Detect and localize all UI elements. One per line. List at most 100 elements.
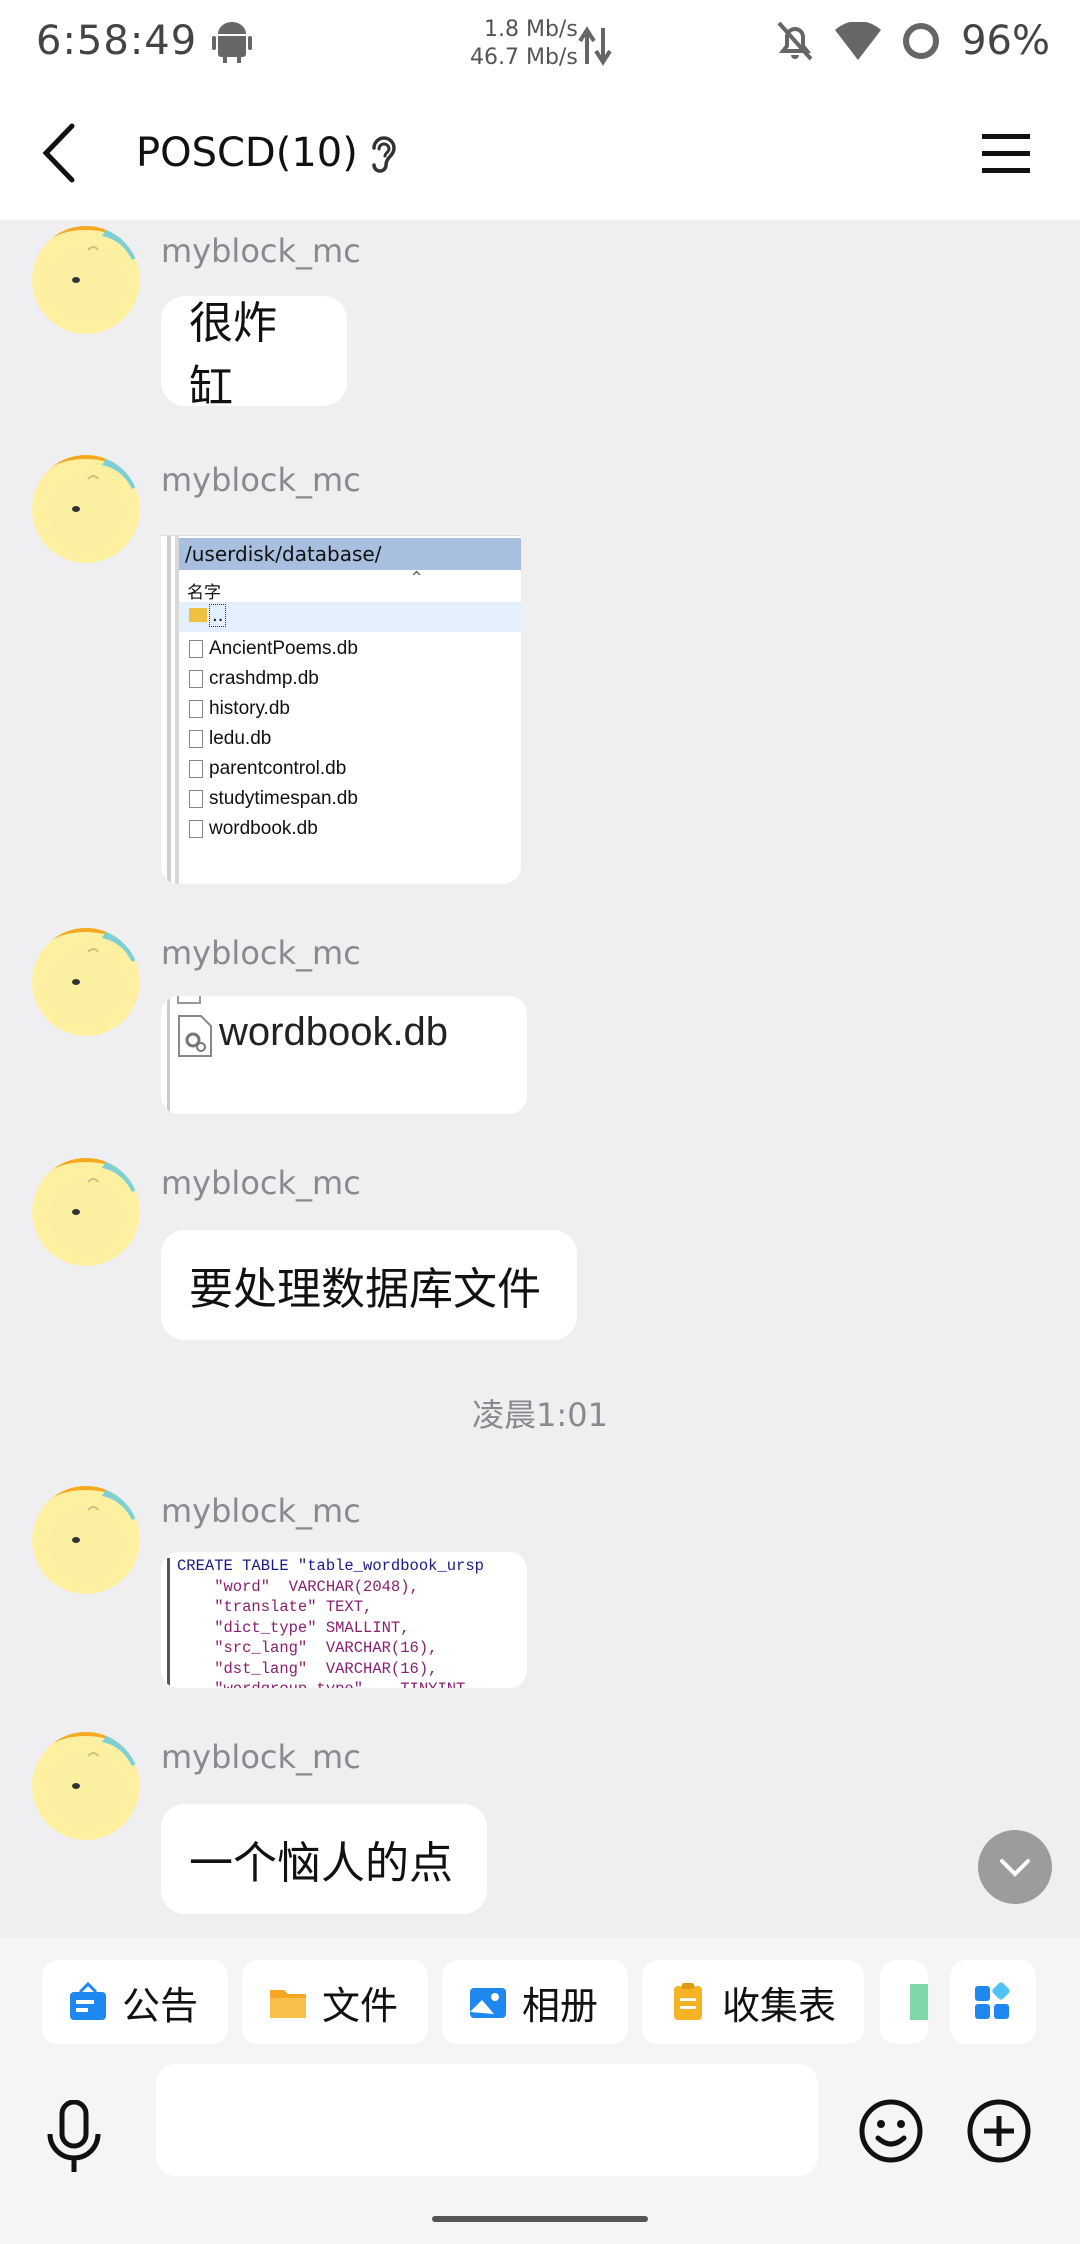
- message-text: 很炸缸: [189, 298, 277, 413]
- net-down-text: 46.7 Mb/s: [470, 45, 578, 70]
- sort-caret-icon: ⌃: [409, 568, 425, 589]
- explorer-file-name: history.db: [209, 698, 290, 719]
- quick-action-label: 收集表: [722, 1983, 837, 2028]
- status-right: 96%: [775, 18, 1050, 64]
- message-username: myblock_mc: [161, 1164, 361, 1202]
- db-file-icon: [189, 760, 203, 778]
- explorer-file-name: studytimespan.db: [209, 788, 358, 809]
- explorer-file-name: parentcontrol.db: [209, 758, 347, 779]
- announcement-icon: [70, 1982, 106, 2020]
- quick-action-form[interactable]: 收集表: [642, 1960, 864, 2044]
- image-message-explorer[interactable]: /userdisk/database/ 名字 ⌃ .. AncientPoems…: [161, 520, 521, 884]
- image-message-wordbook[interactable]: wordbook.db: [161, 996, 527, 1114]
- back-button[interactable]: [36, 120, 86, 186]
- explorer-file-name: crashdmp.db: [209, 668, 319, 689]
- sql-code-line: "wordgroup_type" TINYINT: [177, 1679, 484, 1688]
- explorer-file-row: AncientPoems.db: [185, 634, 515, 664]
- explorer-parent-dir: ..: [209, 604, 227, 627]
- flag-icon: [910, 1984, 928, 2020]
- message-text: 要处理数据库文件: [189, 1264, 541, 1315]
- quick-action-label: 公告: [122, 1983, 199, 2028]
- message-bubble[interactable]: 一个恼人的点: [161, 1804, 487, 1914]
- avatar-chick-icon: [32, 1158, 140, 1266]
- explorer-file-row: history.db: [185, 694, 515, 724]
- avatar[interactable]: [32, 1158, 140, 1266]
- folder-icon: [270, 1990, 306, 2018]
- quick-action-files[interactable]: 文件: [242, 1960, 428, 2044]
- data-transfer-icon: [578, 26, 612, 66]
- db-file-icon: [189, 640, 203, 658]
- avatar[interactable]: [32, 1732, 140, 1840]
- avatar-chick-icon: [32, 1486, 140, 1594]
- emoji-icon[interactable]: [858, 2098, 924, 2164]
- sql-code: CREATE TABLE "table_wordbook_ursp "word"…: [177, 1556, 484, 1688]
- chat-title[interactable]: POSCD(10): [136, 130, 358, 176]
- scroll-to-bottom-button[interactable]: [978, 1830, 1052, 1904]
- sql-code-line: "word" VARCHAR(2048),: [177, 1577, 419, 1596]
- message-bubble[interactable]: 很炸缸: [161, 296, 347, 413]
- quick-action-announcement[interactable]: 公告: [42, 1960, 228, 2044]
- message-bubble[interactable]: 要处理数据库文件: [161, 1230, 577, 1340]
- chat-header: POSCD(10): [0, 88, 1080, 220]
- avatar-chick-icon: [32, 455, 140, 563]
- wifi-icon: [835, 22, 882, 60]
- apps-icon: [975, 1982, 1010, 2019]
- avatar[interactable]: [32, 928, 140, 1036]
- plus-icon[interactable]: [966, 2098, 1032, 2164]
- sql-code-line: "translate" TEXT,: [177, 1598, 373, 1616]
- message-username: myblock_mc: [161, 1492, 361, 1530]
- wordbook-file-name: wordbook.db: [219, 1010, 449, 1054]
- message-username: myblock_mc: [161, 1738, 361, 1776]
- avatar-chick-icon: [32, 928, 140, 1036]
- avatar[interactable]: [32, 455, 140, 563]
- chevron-down-icon: [1000, 1859, 1030, 1877]
- input-bar: [0, 2046, 1080, 2244]
- battery-percent: 96%: [961, 18, 1050, 64]
- avatar[interactable]: [32, 1486, 140, 1594]
- message-input[interactable]: [156, 2064, 818, 2176]
- avatar[interactable]: [32, 226, 140, 334]
- quick-action-bar: 公告 文件 相册 收集表: [0, 1938, 1080, 2046]
- explorer-path: /userdisk/database/: [179, 538, 521, 570]
- microphone-icon[interactable]: [46, 2100, 102, 2176]
- db-file-icon: [189, 820, 203, 838]
- explorer-file-name: AncientPoems.db: [209, 638, 358, 659]
- status-bar: 6:58:49 1.8 Mb/s 46.7 Mb/s 96%: [0, 0, 1080, 88]
- sql-code-line: CREATE TABLE "table_wordbook_ursp: [177, 1557, 484, 1575]
- home-indicator[interactable]: [432, 2216, 648, 2222]
- chat-timestamp: 凌晨1:01: [472, 1396, 608, 1434]
- form-icon: [674, 1983, 702, 2020]
- explorer-file-name: wordbook.db: [209, 818, 318, 839]
- quick-action-more-partial[interactable]: [880, 1960, 928, 2044]
- explorer-file-row: ledu.db: [185, 724, 515, 754]
- message-text: 一个恼人的点: [189, 1838, 453, 1889]
- message-username: myblock_mc: [161, 461, 361, 499]
- explorer-file-row: crashdmp.db: [185, 664, 515, 694]
- android-icon: [212, 22, 252, 63]
- explorer-file-row: wordbook.db: [185, 814, 515, 844]
- network-speed: 1.8 Mb/s 46.7 Mb/s: [470, 16, 578, 72]
- message-username: myblock_mc: [161, 934, 361, 972]
- ear-icon[interactable]: [366, 132, 400, 176]
- menu-button[interactable]: [982, 132, 1030, 176]
- quick-action-label: 文件: [322, 1983, 399, 2028]
- apps-button[interactable]: [950, 1960, 1036, 2044]
- db-file-icon: [178, 1015, 212, 1057]
- avatar-chick-icon: [32, 226, 140, 334]
- db-file-icon: [189, 670, 203, 688]
- album-icon: [470, 1988, 506, 2018]
- db-file-icon: [189, 700, 203, 718]
- sql-code-line: "dst_lang" VARCHAR(16),: [177, 1659, 438, 1678]
- db-file-icon: [189, 730, 203, 748]
- explorer-file-row: studytimespan.db: [185, 784, 515, 814]
- quick-action-album[interactable]: 相册: [442, 1960, 628, 2044]
- quick-action-label: 相册: [522, 1983, 599, 2028]
- sql-code-line: "src_lang" VARCHAR(16),: [177, 1639, 438, 1657]
- net-up-text: 1.8 Mb/s: [484, 17, 578, 42]
- avatar-chick-icon: [32, 1732, 140, 1840]
- notifications-off-icon: [777, 21, 813, 61]
- image-message-sql[interactable]: CREATE TABLE "table_wordbook_ursp "word"…: [161, 1552, 527, 1688]
- sql-code-line: "dict_type" SMALLINT,: [177, 1618, 410, 1637]
- status-time: 6:58:49: [36, 18, 198, 64]
- explorer-column-header: 名字: [187, 583, 221, 603]
